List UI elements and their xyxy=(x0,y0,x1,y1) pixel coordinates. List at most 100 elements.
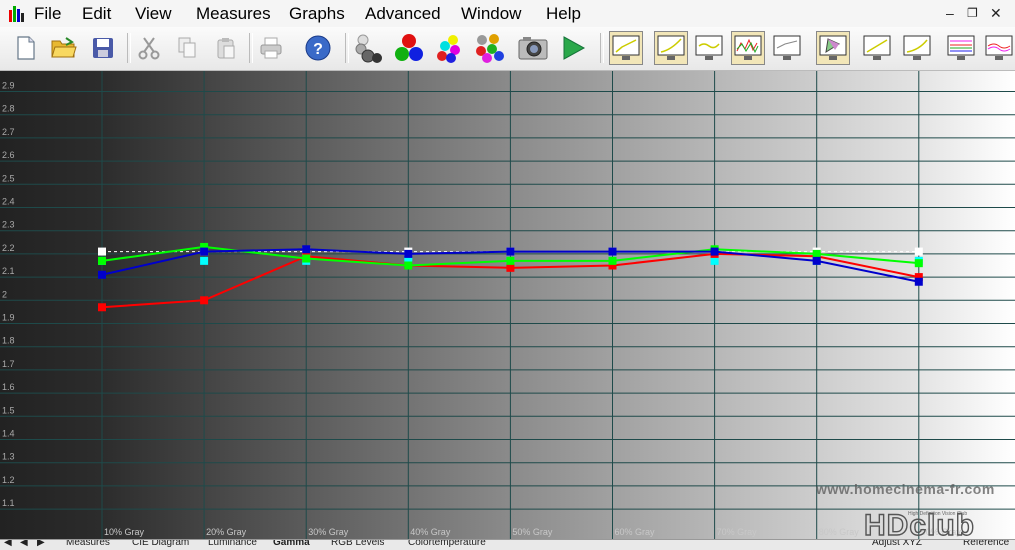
data-point xyxy=(506,256,515,265)
tab-measures[interactable]: Measures xyxy=(66,540,110,549)
data-point xyxy=(506,263,515,272)
open-folder-icon[interactable] xyxy=(47,31,81,65)
menu-graphs[interactable]: Graphs xyxy=(289,4,345,24)
hdclub-logo: HDclub High Definition Vision Club xyxy=(864,508,975,542)
tab-gamma[interactable]: Gamma xyxy=(273,540,310,549)
cie-diagram-icon[interactable] xyxy=(816,31,850,65)
menu-window[interactable]: Window xyxy=(461,4,521,24)
x-category-label: 20% Gray xyxy=(206,527,247,537)
data-point xyxy=(812,249,821,258)
y-tick-label: 2.7 xyxy=(2,127,15,137)
y-tick-label: 1.4 xyxy=(2,429,15,439)
minimize-button[interactable]: – xyxy=(946,4,954,22)
data-point xyxy=(608,256,617,265)
y-tick-label: 1.9 xyxy=(2,313,15,323)
near-black-graph-icon[interactable] xyxy=(900,31,934,65)
gamma-graph-icon[interactable] xyxy=(654,31,688,65)
cut-icon[interactable] xyxy=(132,31,166,65)
camera-icon[interactable] xyxy=(516,31,550,65)
data-point xyxy=(200,247,209,256)
data-point xyxy=(200,256,209,265)
data-point xyxy=(302,245,311,254)
x-category-label: 50% Gray xyxy=(512,527,553,537)
save-disk-icon[interactable] xyxy=(86,31,120,65)
help-icon[interactable]: ? xyxy=(301,31,335,65)
menu-edit[interactable]: Edit xyxy=(82,4,111,24)
y-tick-label: 1.6 xyxy=(2,382,15,392)
data-point xyxy=(710,247,719,256)
y-tick-label: 2.2 xyxy=(2,243,15,253)
x-category-label: 40% Gray xyxy=(410,527,451,537)
data-point xyxy=(404,261,413,270)
x-category-label: 70% Gray xyxy=(717,527,758,537)
data-point xyxy=(98,247,106,256)
y-tick-label: 2.1 xyxy=(2,266,15,276)
adjust-xyz-label: Adjust XYZ xyxy=(872,539,923,548)
graph-background xyxy=(0,71,1015,539)
y-tick-label: 2.9 xyxy=(2,81,15,91)
contrast-graph-icon[interactable] xyxy=(860,31,894,65)
bottom-tab-bar: ◀ ◀ ▶ Measures CIE Diagram Luminance Gam… xyxy=(0,539,1015,550)
rgb-levels-graph-icon[interactable] xyxy=(692,31,726,65)
tab-colortemperature[interactable]: Colortemperature xyxy=(408,540,486,549)
secondary-colors-icon[interactable] xyxy=(432,31,466,65)
x-category-label: 60% Gray xyxy=(615,527,656,537)
data-point xyxy=(506,247,515,256)
restore-button[interactable]: ❐ xyxy=(967,4,978,22)
reference-label: Reference xyxy=(963,539,1010,548)
paste-icon[interactable] xyxy=(209,31,243,65)
nav-first-button[interactable]: ◀ xyxy=(4,540,12,549)
tab-luminance[interactable]: Luminance xyxy=(208,540,257,549)
y-tick-label: 2.3 xyxy=(2,220,15,230)
toolbar: ? xyxy=(0,27,1015,71)
y-tick-label: 1.5 xyxy=(2,405,15,415)
menu-measures[interactable]: Measures xyxy=(196,4,271,24)
data-point xyxy=(98,303,106,312)
all-colors-icon[interactable] xyxy=(472,31,506,65)
rgb-histogram-icon[interactable] xyxy=(944,31,978,65)
luminance-graph-icon[interactable] xyxy=(609,31,643,65)
menu-bar: File Edit View Measures Graphs Advanced … xyxy=(0,0,1015,28)
svg-text:?: ? xyxy=(313,41,323,58)
y-tick-label: 2.8 xyxy=(2,104,15,114)
y-tick-label: 1.2 xyxy=(2,475,15,485)
print-icon[interactable] xyxy=(254,31,288,65)
data-point xyxy=(812,256,821,265)
menu-view[interactable]: View xyxy=(135,4,172,24)
y-tick-label: 1.1 xyxy=(2,498,15,508)
tab-rgb-levels[interactable]: RGB Levels xyxy=(331,540,384,549)
data-point xyxy=(98,270,106,279)
x-category-label: 80% Gray xyxy=(819,527,860,537)
new-document-icon[interactable] xyxy=(9,31,43,65)
data-point xyxy=(914,277,923,286)
close-button[interactable]: ✕ xyxy=(990,4,1002,22)
x-axis-labels: 10% Gray 20% Gray 30% Gray 40% Gray 50% Gray… xyxy=(104,527,961,537)
menu-help[interactable]: Help xyxy=(546,4,581,24)
y-tick-label: 1.7 xyxy=(2,359,15,369)
data-point xyxy=(608,247,617,256)
x-category-label: 10% Gray xyxy=(104,527,145,537)
menu-file[interactable]: File xyxy=(34,4,61,24)
y-tick-label: 1.8 xyxy=(2,336,15,346)
data-point xyxy=(98,256,106,265)
x-category-label: 30% Gray xyxy=(308,527,349,537)
spectrum-graph-icon[interactable] xyxy=(731,31,765,65)
menu-advanced[interactable]: Advanced xyxy=(365,4,441,24)
nav-prev-button[interactable]: ◀ xyxy=(20,540,28,549)
tab-cie-diagram[interactable]: CIE Diagram xyxy=(132,540,189,549)
copy-icon[interactable] xyxy=(170,31,204,65)
data-point xyxy=(710,256,719,265)
data-point xyxy=(200,296,209,305)
color-temperature-graph-icon[interactable] xyxy=(770,31,804,65)
nav-next-button[interactable]: ▶ xyxy=(37,540,45,549)
y-tick-label: 2.4 xyxy=(2,197,15,207)
y-tick-label: 1.3 xyxy=(2,452,15,462)
saturation-graph-icon[interactable] xyxy=(982,31,1015,65)
play-icon[interactable] xyxy=(556,31,590,65)
y-tick-label: 2 xyxy=(2,289,7,299)
rgb-balls-icon[interactable] xyxy=(392,31,426,65)
grayscale-balls-icon[interactable] xyxy=(352,31,386,65)
y-tick-label: 2.5 xyxy=(2,173,15,183)
y-tick-label: 2.6 xyxy=(2,150,15,160)
data-point xyxy=(404,249,413,258)
